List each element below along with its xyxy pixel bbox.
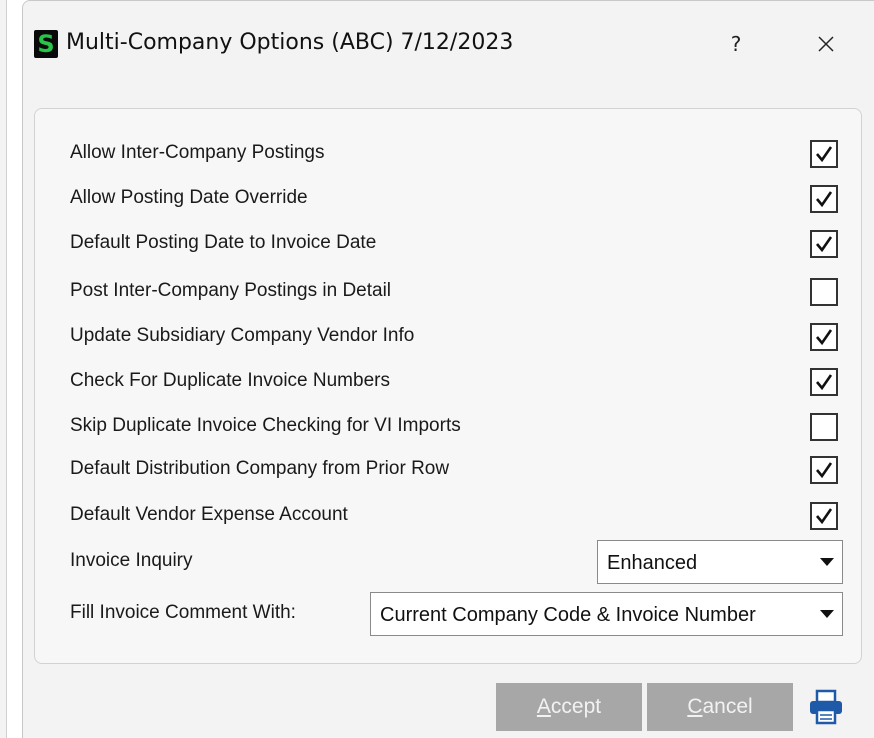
option-label: Post Inter-Company Postings in Detail [70, 280, 392, 301]
default-posting-date-checkbox[interactable] [810, 230, 838, 258]
option-label: Check For Duplicate Invoice Numbers [70, 370, 390, 391]
accept-hotkey: A [536, 695, 551, 718]
invoice-inquiry-label: Invoice Inquiry [70, 550, 193, 571]
checkmark-icon [816, 374, 833, 391]
option-row-default-posting-date: Default Posting Date to Invoice Date [70, 230, 842, 258]
option-label: Default Posting Date to Invoice Date [70, 232, 377, 253]
skip-duplicate-vi-checkbox[interactable] [810, 413, 838, 441]
option-label: Update Subsidiary Company Vendor Info [70, 325, 415, 346]
update-vendor-info-checkbox[interactable] [810, 323, 838, 351]
option-label: Default Vendor Expense Account [70, 504, 348, 525]
allow-inter-company-postings-checkbox[interactable] [810, 140, 838, 168]
chevron-down-icon [820, 558, 834, 566]
app-logo-icon: S [34, 30, 58, 58]
option-row-check-duplicate-invoices: Check For Duplicate Invoice Numbers [70, 368, 842, 396]
close-button[interactable] [804, 26, 848, 62]
accept-label: ccept [550, 695, 602, 718]
checkmark-icon [816, 508, 833, 525]
invoice-inquiry-value: Enhanced [607, 552, 698, 574]
close-icon [818, 36, 834, 52]
fill-comment-label: Fill Invoice Comment With: [70, 602, 296, 623]
option-row-post-in-detail: Post Inter-Company Postings in Detail [70, 278, 842, 306]
invoice-inquiry-select[interactable]: Enhanced [597, 540, 843, 584]
option-row-default-vendor-expense: Default Vendor Expense Account [70, 502, 842, 530]
cancel-button[interactable]: Cancel [647, 683, 793, 731]
chevron-down-icon [820, 610, 834, 618]
cancel-hotkey: C [687, 695, 703, 718]
default-distribution-company-checkbox[interactable] [810, 456, 838, 484]
option-label: Allow Inter-Company Postings [70, 142, 325, 163]
check-duplicate-invoices-checkbox[interactable] [810, 368, 838, 396]
option-label: Skip Duplicate Invoice Checking for VI I… [70, 415, 461, 436]
window-title: Multi-Company Options (ABC) 7/12/2023 [66, 30, 514, 55]
fill-comment-value: Current Company Code & Invoice Number [380, 604, 756, 626]
option-row-skip-duplicate-vi: Skip Duplicate Invoice Checking for VI I… [70, 413, 842, 441]
option-row-update-vendor-info: Update Subsidiary Company Vendor Info [70, 323, 842, 351]
allow-posting-date-override-checkbox[interactable] [810, 185, 838, 213]
default-vendor-expense-checkbox[interactable] [810, 502, 838, 530]
checkmark-icon [816, 329, 833, 346]
accept-button[interactable]: Accept [496, 683, 642, 731]
checkmark-icon [816, 146, 833, 163]
checkmark-icon [816, 191, 833, 208]
checkmark-icon [816, 236, 833, 253]
option-row-allow-posting-date-override: Allow Posting Date Override [70, 185, 842, 213]
print-button[interactable] [806, 688, 846, 726]
option-row-default-distribution-company: Default Distribution Company from Prior … [70, 456, 842, 484]
checkmark-icon [816, 462, 833, 479]
fill-comment-select[interactable]: Current Company Code & Invoice Number [370, 592, 843, 636]
option-row-allow-inter-company-postings: Allow Inter-Company Postings [70, 140, 842, 168]
option-label: Allow Posting Date Override [70, 187, 308, 208]
background-window-edge [0, 0, 7, 738]
post-in-detail-checkbox[interactable] [810, 278, 838, 306]
cancel-label: ancel [702, 695, 753, 718]
help-button[interactable]: ? [716, 26, 756, 62]
option-label: Default Distribution Company from Prior … [70, 458, 450, 479]
printer-icon [810, 689, 842, 725]
